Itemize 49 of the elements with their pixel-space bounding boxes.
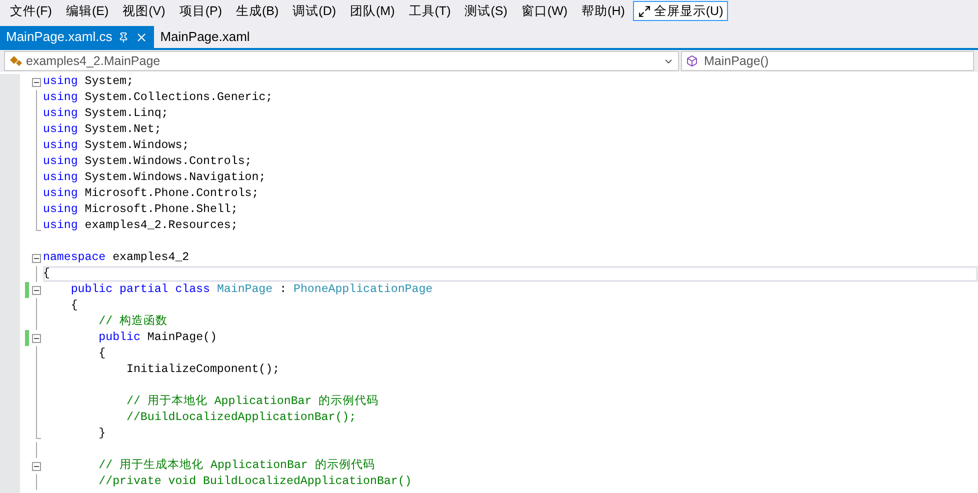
code-line: { [98, 347, 106, 361]
code-line: using System.Linq; [43, 107, 168, 121]
code-line: { [43, 267, 50, 281]
code-line: //BuildLocalizedApplicationBar(); [125, 411, 356, 425]
code-line: //private void BuildLocalizedApplicationBar() [98, 475, 412, 489]
collapse-icon[interactable] [32, 462, 41, 471]
code-line: // 用于本地化 ApplicationBar 的示例代码 [125, 395, 379, 409]
code-line: // 构造函数 [98, 315, 168, 329]
close-icon[interactable] [135, 30, 148, 44]
pin-icon[interactable] [118, 32, 130, 42]
code-line: public MainPage() [98, 331, 217, 345]
code-line: // 用于生成本地化 ApplicationBar 的示例代码 [98, 459, 375, 473]
method-icon [686, 55, 698, 67]
code-line: using System; [43, 75, 134, 89]
menu-item[interactable]: 窗口(W) [515, 2, 574, 20]
menu-item[interactable]: 帮助(H) [576, 2, 631, 20]
code-line: } [98, 427, 106, 441]
menu-item[interactable]: 团队(M) [344, 2, 401, 20]
code-line: InitializeComponent(); [125, 363, 280, 377]
code-line: using System.Collections.Generic; [43, 91, 273, 105]
collapse-icon[interactable] [32, 286, 41, 295]
menu-item[interactable]: 文件(F) [4, 2, 58, 20]
editor-tab[interactable]: MainPage.xaml.cs [0, 26, 154, 48]
menu-item[interactable]: 工具(T) [402, 2, 457, 20]
menu-item[interactable]: 视图(V) [116, 2, 172, 20]
code-line: namespace examples4_2 [43, 251, 190, 265]
code-line: using System.Windows; [43, 139, 190, 153]
code-line: using System.Windows.Navigation; [43, 171, 266, 185]
collapse-icon[interactable] [32, 78, 41, 87]
type-dropdown[interactable]: examples4_2.MainPage [4, 51, 679, 71]
menu-item[interactable]: 项目(P) [173, 2, 228, 20]
class-icon [9, 55, 22, 67]
code-line: using examples4_2.Resources; [43, 219, 238, 233]
code-line: using System.Net; [43, 123, 162, 137]
code-line: using System.Windows.Controls; [43, 155, 252, 169]
expand-icon [638, 4, 651, 18]
code-line: public partial class MainPage : PhoneApplicationPage [70, 283, 433, 297]
collapse-icon[interactable] [32, 334, 41, 343]
code-line: using Microsoft.Phone.Shell; [43, 203, 238, 217]
fullscreen-button[interactable]: 全屏显示(U) [632, 1, 728, 21]
menu-item[interactable]: 生成(B) [230, 2, 285, 20]
member-dropdown[interactable]: MainPage() [681, 51, 974, 71]
editor-tab[interactable]: MainPage.xaml [154, 26, 256, 48]
code-line: { [70, 299, 78, 313]
code-line: using Microsoft.Phone.Controls; [43, 187, 259, 201]
collapse-icon[interactable] [32, 254, 41, 263]
menu-item[interactable]: 测试(S) [458, 2, 514, 20]
menu-item[interactable]: 编辑(E) [60, 2, 115, 20]
menu-item[interactable]: 调试(D) [286, 2, 342, 20]
